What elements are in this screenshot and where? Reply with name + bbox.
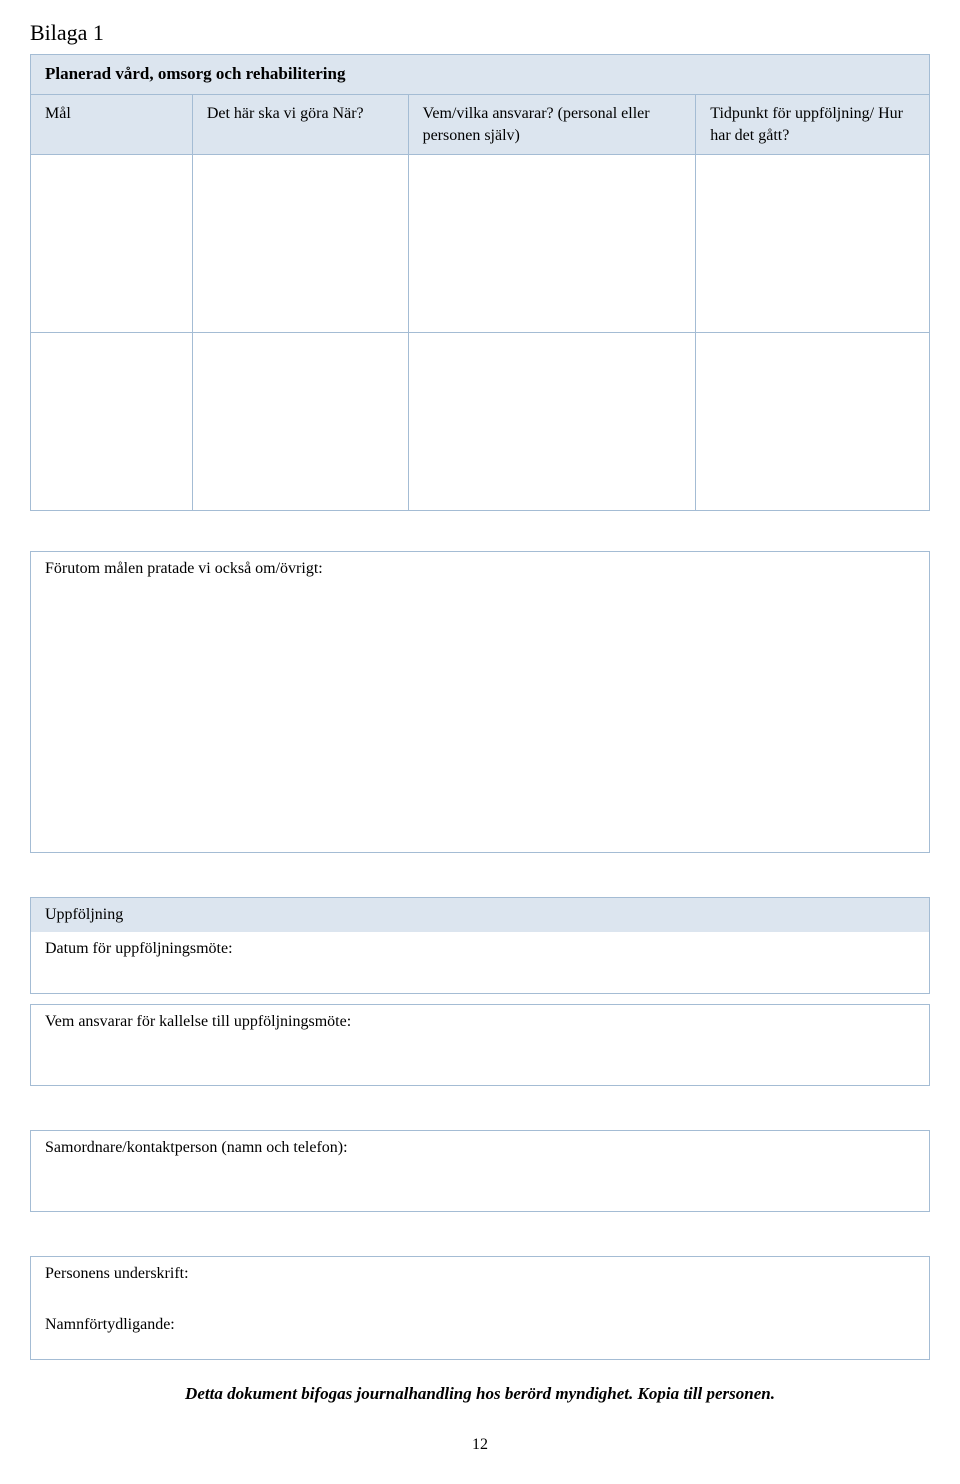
cell-responsible[interactable] — [408, 155, 696, 333]
notes-box[interactable]: Förutom målen pratade vi också om/övrigt… — [30, 551, 930, 853]
table-row — [31, 333, 930, 511]
page-number: 12 — [30, 1436, 930, 1454]
cell-followup[interactable] — [696, 155, 930, 333]
plan-header-responsible: Vem/vilka ansvarar? (personal eller pers… — [408, 94, 696, 154]
followup-date-label: Datum för uppföljningsmöte: — [45, 940, 233, 957]
cell-goal[interactable] — [31, 333, 193, 511]
followup-responsible-box[interactable]: Vem ansvarar för kallelse till uppföljni… — [30, 1004, 930, 1086]
plan-header-followup: Tidpunkt för uppföljning/ Hur har det gå… — [696, 94, 930, 154]
followup-header: Uppföljning — [30, 897, 930, 932]
cell-responsible[interactable] — [408, 333, 696, 511]
signature-label: Personens underskrift: — [45, 1265, 189, 1282]
coordinator-label: Samordnare/kontaktperson (namn och telef… — [45, 1139, 348, 1156]
signature-box[interactable]: Personens underskrift: — [30, 1256, 930, 1308]
followup-responsible-label: Vem ansvarar för kallelse till uppföljni… — [45, 1013, 351, 1030]
coordinator-box[interactable]: Samordnare/kontaktperson (namn och telef… — [30, 1130, 930, 1212]
plan-header-action: Det här ska vi göra När? — [192, 94, 408, 154]
notes-label: Förutom målen pratade vi också om/övrigt… — [45, 560, 323, 577]
clarification-label: Namnförtydligande: — [45, 1316, 175, 1333]
cell-followup[interactable] — [696, 333, 930, 511]
plan-table: Planerad vård, omsorg och rehabilitering… — [30, 54, 930, 511]
plan-header-goal: Mål — [31, 94, 193, 154]
followup-date-box[interactable]: Datum för uppföljningsmöte: — [30, 932, 930, 994]
plan-table-title: Planerad vård, omsorg och rehabilitering — [31, 55, 930, 95]
appendix-label: Bilaga 1 — [30, 20, 930, 46]
clarification-box[interactable]: Namnförtydligande: — [30, 1308, 930, 1360]
table-row — [31, 155, 930, 333]
footer-note: Detta dokument bifogas journalhandling h… — [30, 1384, 930, 1404]
cell-goal[interactable] — [31, 155, 193, 333]
cell-action[interactable] — [192, 155, 408, 333]
cell-action[interactable] — [192, 333, 408, 511]
